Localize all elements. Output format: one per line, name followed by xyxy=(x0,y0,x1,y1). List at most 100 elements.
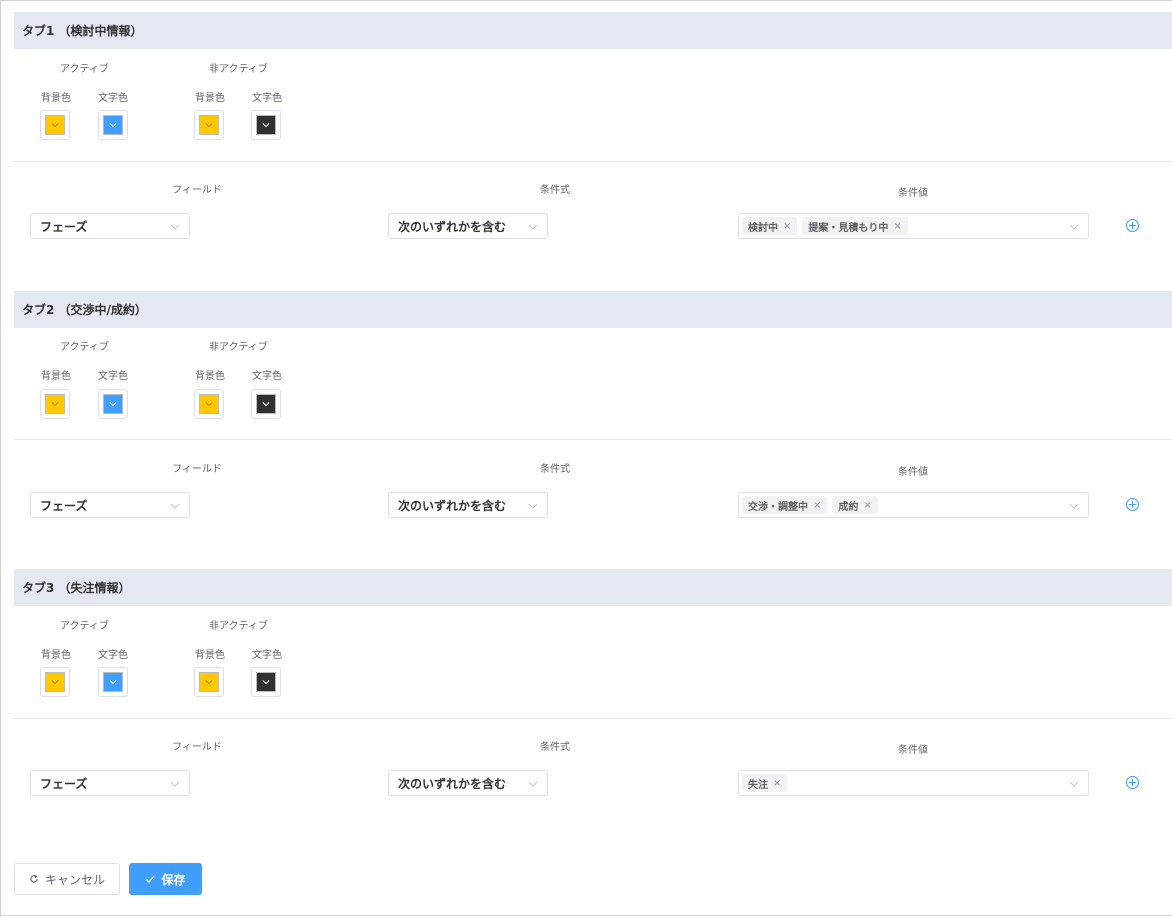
chevron-down-icon xyxy=(170,503,180,509)
tag-remove-icon[interactable]: × xyxy=(863,500,871,511)
chevron-down-icon xyxy=(109,123,117,128)
chevron-down-icon xyxy=(51,680,59,685)
cancel-button[interactable]: キャンセル xyxy=(14,863,120,895)
color-swatch xyxy=(199,394,219,414)
value-tag-label: 失注 xyxy=(748,779,768,791)
inactive-label: 非アクティブ xyxy=(209,621,268,632)
expression-select-value: 次のいずれかを含む xyxy=(398,498,507,513)
field-select-value: フェーズ xyxy=(40,776,88,791)
chevron-down-icon xyxy=(262,123,270,128)
field-select-value: フェーズ xyxy=(40,498,88,513)
section-divider xyxy=(14,439,1172,440)
active-text-color-picker[interactable] xyxy=(98,110,128,140)
value-multiselect[interactable]: 交渉・調整中 × 成約 × xyxy=(738,492,1089,518)
frame-border-bottom xyxy=(0,915,1172,916)
field-select[interactable]: フェーズ xyxy=(30,492,190,518)
value-tag-list: 検討中 × 提案・見積もり中 × xyxy=(742,217,908,235)
value-column-label: 条件値 xyxy=(898,745,928,756)
color-swatch xyxy=(103,115,123,135)
add-condition-button[interactable] xyxy=(1126,776,1139,789)
expression-select[interactable]: 次のいずれかを含む xyxy=(388,213,548,239)
chevron-down-icon xyxy=(109,680,117,685)
save-button[interactable]: 保存 xyxy=(129,863,202,895)
color-swatch xyxy=(45,672,65,692)
active-bg-color-picker[interactable] xyxy=(40,667,70,697)
section-divider xyxy=(14,161,1172,162)
inactive-text-color-picker[interactable] xyxy=(251,667,281,697)
value-tag: 成約 × xyxy=(832,496,878,514)
tab-section-header: タブ2 （交渉中/成約） xyxy=(14,291,1172,328)
inactive-text-color-label: 文字色 xyxy=(252,371,282,382)
chevron-down-icon xyxy=(51,123,59,128)
tag-remove-icon[interactable]: × xyxy=(783,221,791,232)
inactive-text-color-label: 文字色 xyxy=(252,650,282,661)
tag-remove-icon[interactable]: × xyxy=(813,500,821,511)
value-tag: 検討中 × xyxy=(742,217,798,235)
field-column-label: フィールド xyxy=(172,185,222,196)
active-bg-color-picker[interactable] xyxy=(40,389,70,419)
inactive-text-color-label: 文字色 xyxy=(252,93,282,104)
field-select[interactable]: フェーズ xyxy=(30,770,190,796)
color-swatch xyxy=(256,672,276,692)
inactive-bg-color-label: 背景色 xyxy=(195,371,225,382)
active-text-color-label: 文字色 xyxy=(98,93,128,104)
chevron-down-icon xyxy=(51,402,59,407)
active-bg-color-label: 背景色 xyxy=(41,93,71,104)
chevron-down-icon xyxy=(528,781,538,787)
expression-select-value: 次のいずれかを含む xyxy=(398,219,507,234)
section-divider xyxy=(14,718,1172,719)
tag-remove-icon[interactable]: × xyxy=(773,778,781,789)
inactive-bg-color-picker[interactable] xyxy=(194,110,224,140)
chevron-down-icon xyxy=(262,680,270,685)
expression-select[interactable]: 次のいずれかを含む xyxy=(388,492,548,518)
inactive-bg-color-label: 背景色 xyxy=(195,650,225,661)
value-multiselect[interactable]: 失注 × xyxy=(738,770,1089,796)
tab-section-header: タブ1 （検討中情報） xyxy=(14,12,1172,49)
active-text-color-picker[interactable] xyxy=(98,389,128,419)
expression-column-label: 条件式 xyxy=(540,185,570,196)
frame-border-left xyxy=(0,0,1,917)
expression-column-label: 条件式 xyxy=(540,742,570,753)
field-select[interactable]: フェーズ xyxy=(30,213,190,239)
tab-section-header: タブ3 （失注情報） xyxy=(14,569,1172,606)
inactive-text-color-picker[interactable] xyxy=(251,389,281,419)
chevron-down-icon xyxy=(205,680,213,685)
add-condition-button[interactable] xyxy=(1126,498,1139,511)
active-label: アクティブ xyxy=(60,621,109,632)
chevron-down-icon xyxy=(170,224,180,230)
active-text-color-picker[interactable] xyxy=(98,667,128,697)
expression-column-label: 条件式 xyxy=(540,464,570,475)
chevron-down-icon xyxy=(1069,503,1079,509)
value-multiselect[interactable]: 検討中 × 提案・見積もり中 × xyxy=(738,213,1089,239)
value-tag: 交渉・調整中 × xyxy=(742,496,828,514)
color-swatch xyxy=(256,394,276,414)
color-swatch xyxy=(103,394,123,414)
cancel-button-label: キャンセル xyxy=(44,872,105,887)
inactive-label: 非アクティブ xyxy=(209,342,268,353)
value-tag-label: 検討中 xyxy=(748,222,778,234)
active-label: アクティブ xyxy=(60,342,109,353)
chevron-down-icon xyxy=(205,402,213,407)
chevron-down-icon xyxy=(262,402,270,407)
add-condition-button[interactable] xyxy=(1126,219,1139,232)
inactive-bg-color-picker[interactable] xyxy=(194,667,224,697)
chevron-down-icon xyxy=(528,503,538,509)
inactive-bg-color-label: 背景色 xyxy=(195,93,225,104)
inactive-text-color-picker[interactable] xyxy=(251,110,281,140)
active-text-color-label: 文字色 xyxy=(98,371,128,382)
chevron-down-icon xyxy=(205,123,213,128)
value-tag-list: 交渉・調整中 × 成約 × xyxy=(742,496,878,514)
active-bg-color-label: 背景色 xyxy=(41,371,71,382)
value-tag-label: 交渉・調整中 xyxy=(748,501,808,513)
active-text-color-label: 文字色 xyxy=(98,650,128,661)
refresh-icon xyxy=(30,874,38,883)
expression-select[interactable]: 次のいずれかを含む xyxy=(388,770,548,796)
field-column-label: フィールド xyxy=(172,464,222,475)
chevron-down-icon xyxy=(528,224,538,230)
tag-remove-icon[interactable]: × xyxy=(893,221,901,232)
field-select-value: フェーズ xyxy=(40,219,88,234)
chevron-down-icon xyxy=(1069,781,1079,787)
inactive-bg-color-picker[interactable] xyxy=(194,389,224,419)
value-tag: 提案・見積もり中 × xyxy=(802,217,908,235)
active-bg-color-picker[interactable] xyxy=(40,110,70,140)
